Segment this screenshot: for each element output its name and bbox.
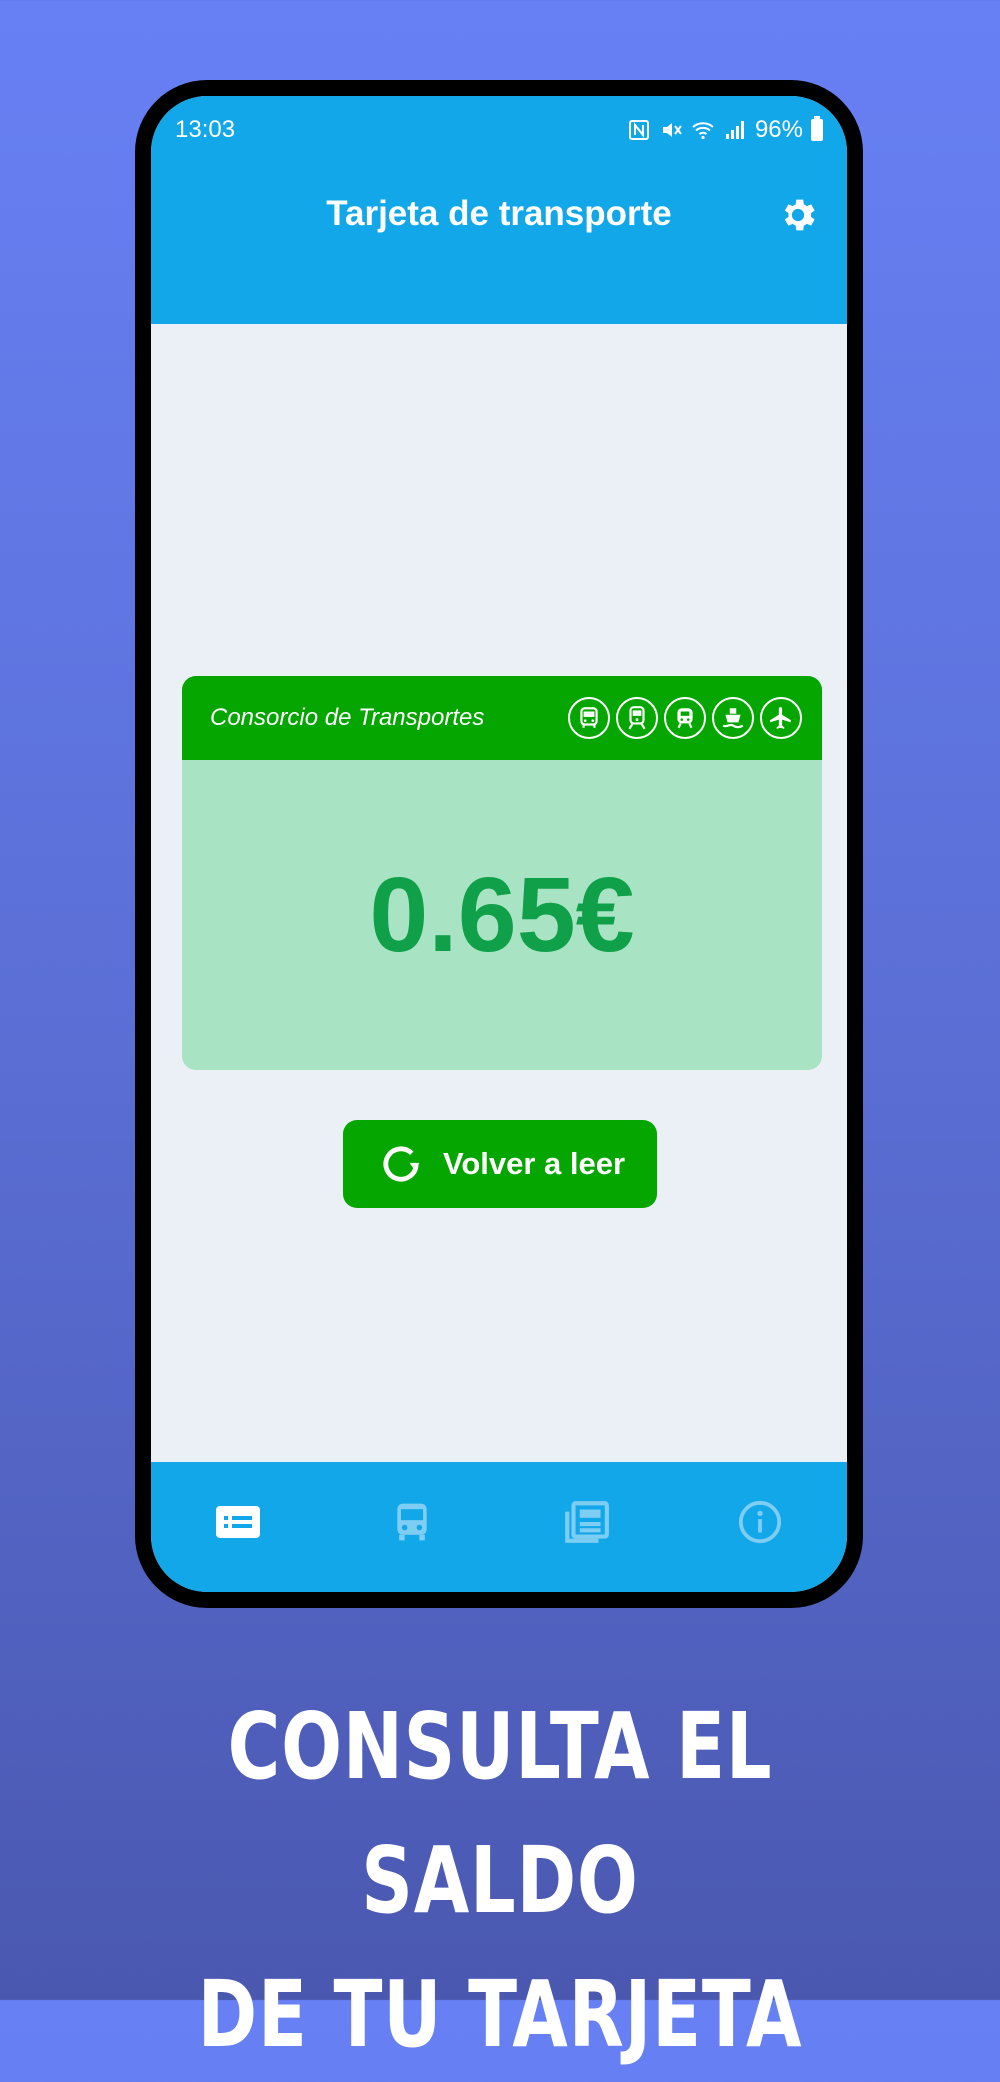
card-title: Consorcio de Transportes [210, 704, 485, 731]
status-time: 13:03 [175, 116, 236, 143]
airplane-icon [760, 697, 802, 739]
page-title: Tarjeta de transporte [326, 194, 672, 233]
nav-item-info[interactable] [720, 1482, 800, 1562]
promo-caption: CONSULTA EL SALDO DE TU TARJETA [110, 1680, 890, 2082]
train-icon [616, 697, 658, 739]
battery-icon [811, 116, 823, 141]
news-icon [565, 1501, 609, 1543]
transport-modes [568, 697, 802, 739]
card-icon [216, 1506, 260, 1538]
gear-icon [784, 199, 815, 231]
signal-icon [725, 121, 744, 139]
mute-icon [662, 123, 682, 137]
status-bar: 13:03 96% [175, 106, 823, 154]
app-screen: 13:03 96% Tarjeta de transporte Consorci… [151, 96, 847, 1592]
wifi-icon [692, 122, 714, 140]
info-icon [738, 1500, 782, 1544]
card-header: Consorcio de Transportes [182, 676, 822, 760]
metro-icon [664, 697, 706, 739]
phone-frame: 13:03 96% Tarjeta de transporte Consorci… [135, 80, 863, 1608]
nav-item-bus[interactable] [372, 1482, 452, 1562]
top-app-bar: 13:03 96% Tarjeta de transporte [151, 96, 847, 324]
bus-icon [568, 697, 610, 739]
reload-button[interactable]: Volver a leer [343, 1120, 657, 1208]
nav-item-news[interactable] [546, 1482, 626, 1562]
promo-line-2: DE TU TARJETA [197, 1961, 803, 2068]
refresh-icon [383, 1146, 420, 1182]
transport-card: Consorcio de Transportes 0.65€ [182, 676, 822, 1070]
ferry-icon [712, 697, 754, 739]
battery-percent: 96% [754, 116, 803, 143]
bottom-navigation [151, 1462, 847, 1592]
reload-button-label: Volver a leer [442, 1146, 626, 1181]
promo-line-1: CONSULTA EL SALDO [227, 1693, 773, 1934]
card-balance: 0.65€ [369, 855, 635, 974]
bus-icon [397, 1503, 427, 1541]
nfc-icon [628, 120, 649, 140]
settings-button[interactable] [771, 188, 825, 242]
nav-item-card[interactable] [198, 1482, 278, 1562]
